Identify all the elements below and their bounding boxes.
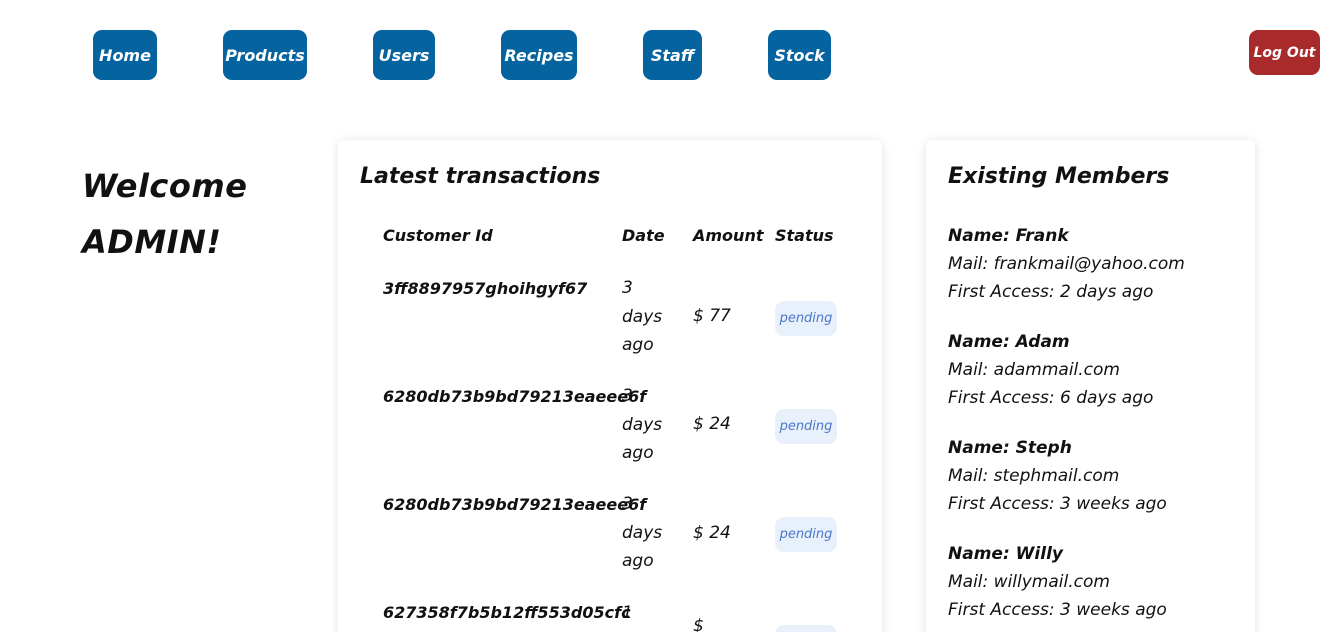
member-name: Name: Steph: [948, 438, 1072, 458]
member-name: Name: Frank: [948, 226, 1069, 246]
customer-id-cell: 6280db73b9bd79213eaeee6f: [383, 495, 647, 514]
status-badge: pending: [775, 517, 837, 552]
nav-recipes-button[interactable]: Recipes: [501, 30, 577, 80]
admin-line: ADMIN!: [82, 223, 222, 261]
date-cell: 3 days ago: [622, 386, 663, 463]
member-item: Name: Willy Mail: willymail.com First Ac…: [948, 540, 1167, 624]
status-badge: [775, 625, 837, 632]
logout-button[interactable]: Log Out: [1249, 30, 1320, 75]
welcome-heading: Welcome ADMIN!: [82, 158, 282, 270]
member-name: Name: Willy: [948, 544, 1063, 564]
member-mail: Mail: adammail.com: [948, 360, 1120, 380]
nav-staff-button[interactable]: Staff: [643, 30, 702, 80]
member-item: Name: Adam Mail: adammail.com First Acce…: [948, 328, 1153, 412]
member-first-access: First Access: 2 days ago: [948, 282, 1154, 302]
column-header-amount: Amount: [693, 226, 764, 245]
member-name: Name: Adam: [948, 332, 1070, 352]
status-badge: pending: [775, 301, 837, 336]
column-header-date: Date: [622, 226, 665, 245]
member-item: Name: Steph Mail: stephmail.com First Ac…: [948, 434, 1167, 518]
amount-cell: $ 24: [693, 414, 731, 434]
nav-stock-button[interactable]: Stock: [768, 30, 831, 80]
customer-id-cell: 6280db73b9bd79213eaeee6f: [383, 387, 647, 406]
member-first-access: First Access: 3 weeks ago: [948, 600, 1167, 620]
transactions-card: Latest transactions Customer Id Date Amo…: [338, 140, 882, 632]
customer-id-cell: 3ff889795­7ghoihgyf67: [383, 279, 588, 298]
column-header-status: Status: [775, 226, 834, 245]
member-mail: Mail: frankmail@yahoo.com: [948, 254, 1185, 274]
dashboard-page: Home Products Users Recipes Staff Stock …: [0, 0, 1339, 632]
member-first-access: First Access: 3 weeks ago: [948, 494, 1167, 514]
members-title: Existing Members: [948, 164, 1170, 189]
amount-cell: $: [693, 616, 704, 632]
member-item: Name: Frank Mail: frankmail@yahoo.com Fi…: [948, 222, 1185, 306]
date-cell: 3 days ago: [622, 278, 663, 355]
welcome-line: Welcome: [82, 167, 248, 205]
members-card: Existing Members Name: Frank Mail: frank…: [926, 140, 1255, 632]
nav-products-button[interactable]: Products: [223, 30, 307, 80]
date-cell: 1: [622, 603, 633, 623]
member-mail: Mail: stephmail.com: [948, 466, 1120, 486]
nav-home-button[interactable]: Home: [93, 30, 157, 80]
transactions-title: Latest transactions: [360, 164, 601, 189]
member-mail: Mail: willymail.com: [948, 572, 1110, 592]
nav-users-button[interactable]: Users: [373, 30, 435, 80]
customer-id-cell: 627358f7b5b12ff553d05cfc: [383, 603, 631, 622]
status-badge: pending: [775, 409, 837, 444]
member-first-access: First Access: 6 days ago: [948, 388, 1154, 408]
date-cell: 3 days ago: [622, 494, 663, 571]
column-header-customer-id: Customer Id: [383, 226, 493, 245]
amount-cell: $ 24: [693, 523, 731, 543]
amount-cell: $ 77: [693, 306, 731, 326]
